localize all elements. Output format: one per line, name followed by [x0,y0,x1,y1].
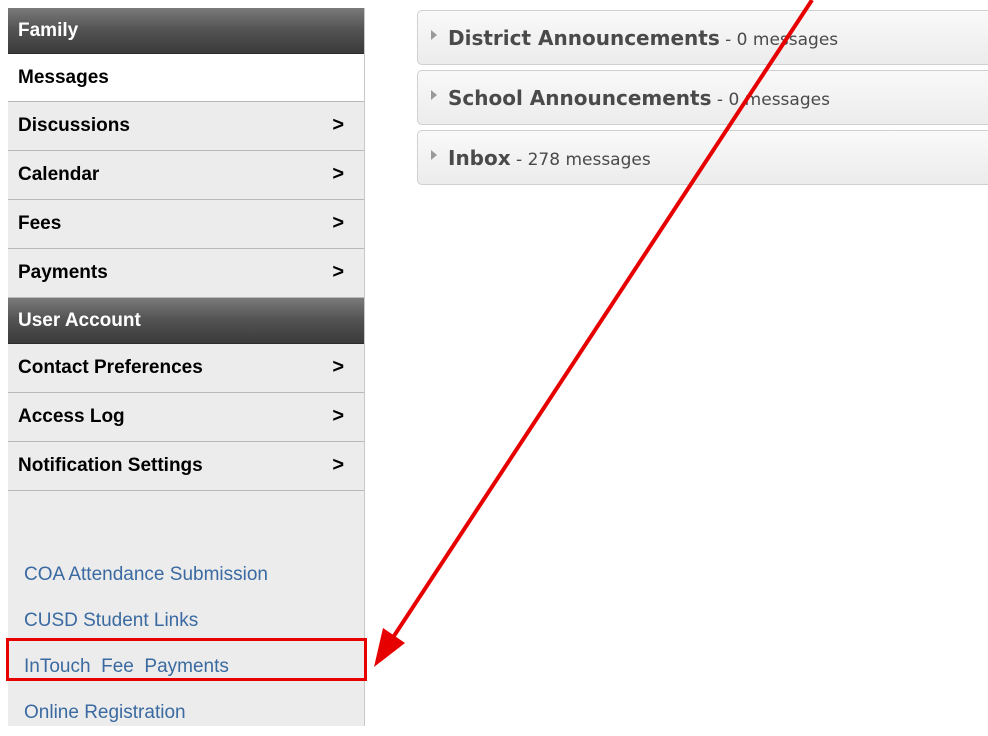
sidebar: Family Messages Discussions > Calendar >… [8,8,365,726]
nav-item-label: Payments [18,262,108,283]
chevron-right-icon: > [332,261,344,283]
chevron-right-icon: > [332,454,344,476]
district-announcements-panel[interactable]: District Announcements - 0 messages [417,10,988,65]
nav-item-notification-settings[interactable]: Notification Settings > [8,442,364,491]
nav-item-payments[interactable]: Payments > [8,249,364,298]
nav-item-label: Fees [18,213,62,234]
family-section-header: Family [8,8,364,54]
link-coa-attendance-submission[interactable]: COA Attendance Submission [8,552,364,598]
expand-triangle-icon [431,30,437,40]
chevron-right-icon: > [332,163,344,185]
chevron-right-icon: > [332,114,344,136]
panel-separator: - [711,90,729,110]
school-announcements-panel[interactable]: School Announcements - 0 messages [417,70,988,125]
nav-item-label: Notification Settings [18,455,203,476]
expand-triangle-icon [431,90,437,100]
expand-triangle-icon [431,150,437,160]
highlight-box [6,638,367,681]
nav-item-label: Calendar [18,164,100,185]
inbox-panel[interactable]: Inbox - 278 messages [417,130,988,185]
panel-separator: - [719,30,737,50]
message-count: 0 messages [728,90,830,110]
chevron-right-icon: > [332,212,344,234]
nav-item-fees[interactable]: Fees > [8,200,364,249]
nav-item-contact-preferences[interactable]: Contact Preferences > [8,344,364,393]
panel-separator: - [510,150,528,170]
nav-item-messages[interactable]: Messages [8,54,364,102]
nav-item-discussions[interactable]: Discussions > [8,102,364,151]
user-account-section-header: User Account [8,298,364,344]
nav-item-label: Messages [18,67,109,88]
nav-item-label: Contact Preferences [18,357,203,378]
panel-title: Inbox [448,146,511,170]
panel-title: District Announcements [448,26,720,50]
panel-title: School Announcements [448,86,712,110]
nav-item-access-log[interactable]: Access Log > [8,393,364,442]
nav-item-label: Discussions [18,115,130,136]
link-online-registration[interactable]: Online Registration [8,690,364,736]
nav-item-label: Access Log [18,406,125,427]
message-count: 0 messages [736,30,839,50]
nav-item-calendar[interactable]: Calendar > [8,151,364,200]
chevron-right-icon: > [332,405,344,427]
chevron-right-icon: > [332,356,344,378]
message-count: 278 messages [527,150,651,170]
